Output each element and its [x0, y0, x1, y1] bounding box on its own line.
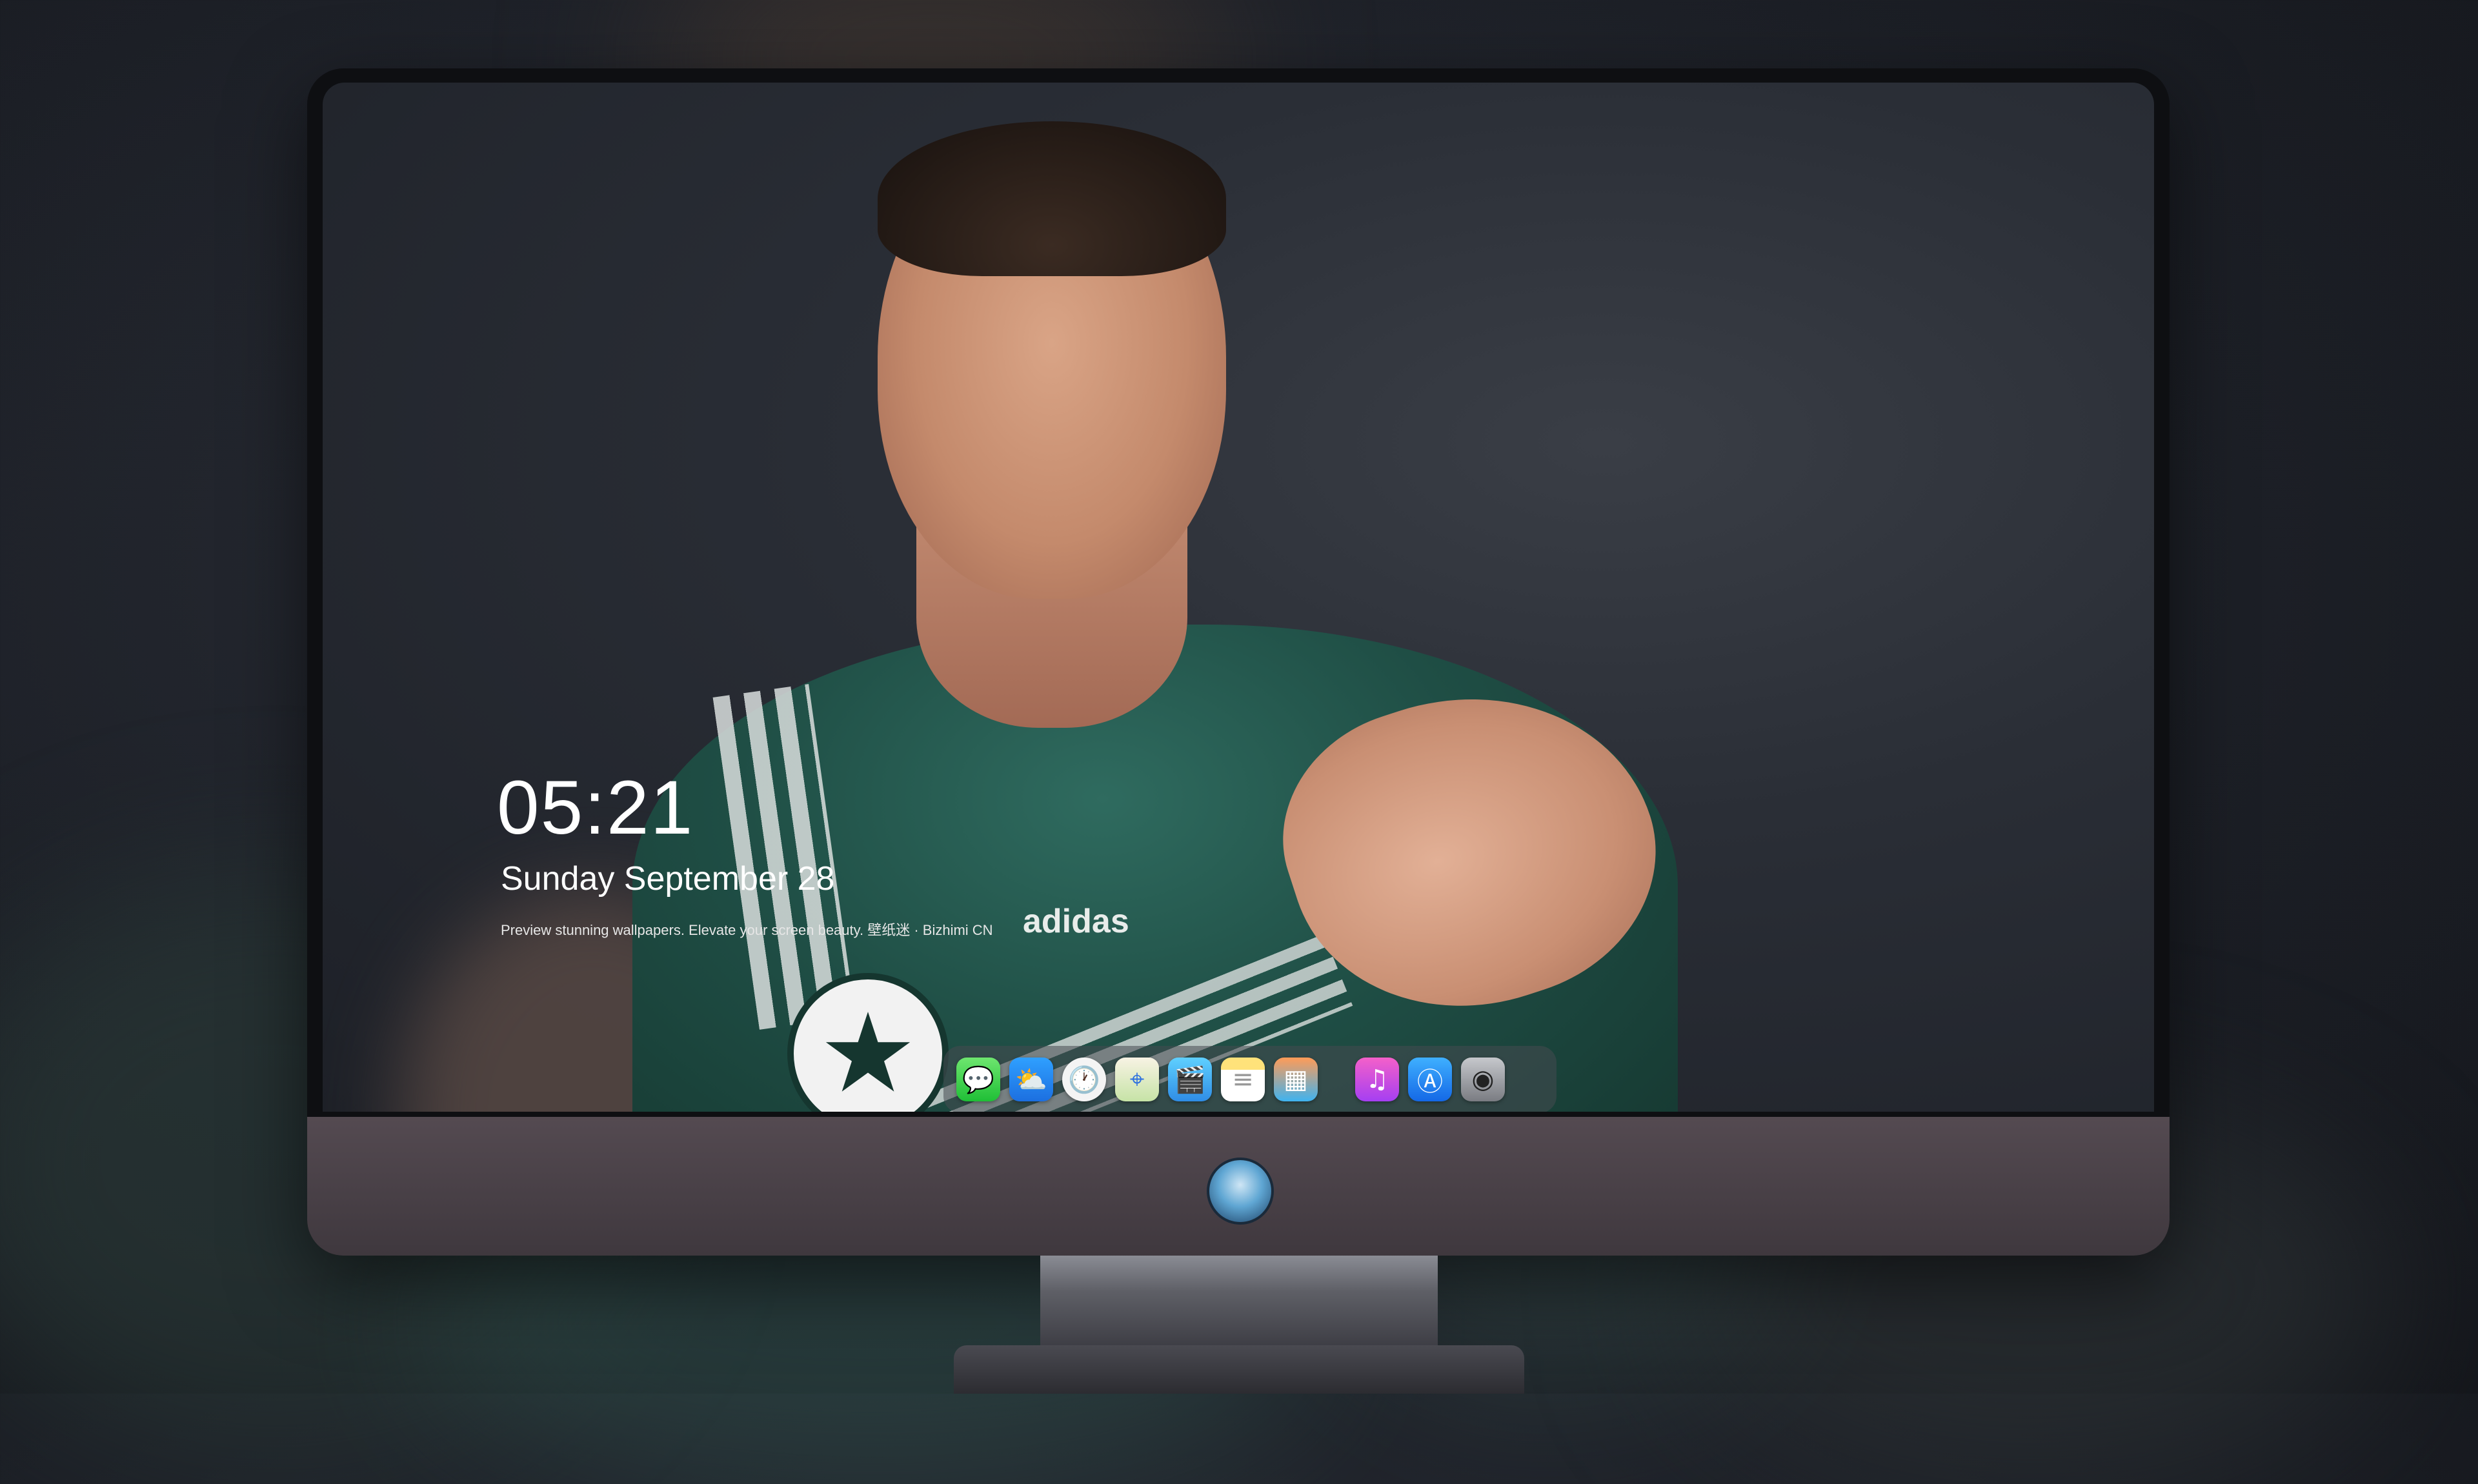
screen: adidas 05:21 Sunday September 28 Preview…	[323, 83, 2154, 1112]
camera-app-icon[interactable]: ◉	[1461, 1058, 1505, 1101]
clock-app-icon[interactable]: 🕐	[1062, 1058, 1106, 1101]
weather-app-icon[interactable]: ⛅	[1009, 1058, 1053, 1101]
maps-app-icon[interactable]: ⌖	[1115, 1058, 1159, 1101]
lockscreen-time: 05:21	[497, 765, 694, 850]
monitor-stand	[1040, 1256, 1438, 1346]
dock: 💬 ⛅ 🕐 ⌖ 🎬 ≡ ▦ ♫ Ⓐ ◉	[943, 1046, 1556, 1112]
dock-separator	[1327, 1060, 1346, 1099]
notes-app-icon[interactable]: ≡	[1221, 1058, 1265, 1101]
photos-app-icon[interactable]: ▦	[1274, 1058, 1318, 1101]
videos-app-icon[interactable]: 🎬	[1168, 1058, 1212, 1101]
monitor-stand-base	[954, 1345, 1524, 1394]
brand-logo-icon	[1207, 1158, 1274, 1225]
music-app-icon[interactable]: ♫	[1355, 1058, 1399, 1101]
lockscreen-tagline: Preview stunning wallpapers. Elevate you…	[501, 922, 993, 938]
monitor: adidas 05:21 Sunday September 28 Preview…	[307, 68, 2170, 1256]
jersey-brand-text: adidas	[1023, 903, 1129, 940]
star-badge-icon	[787, 973, 949, 1112]
wallpaper-hair	[878, 121, 1226, 276]
app-store-icon[interactable]: Ⓐ	[1408, 1058, 1452, 1101]
lockscreen-date: Sunday September 28	[501, 860, 835, 897]
messages-app-icon[interactable]: 💬	[956, 1058, 1000, 1101]
